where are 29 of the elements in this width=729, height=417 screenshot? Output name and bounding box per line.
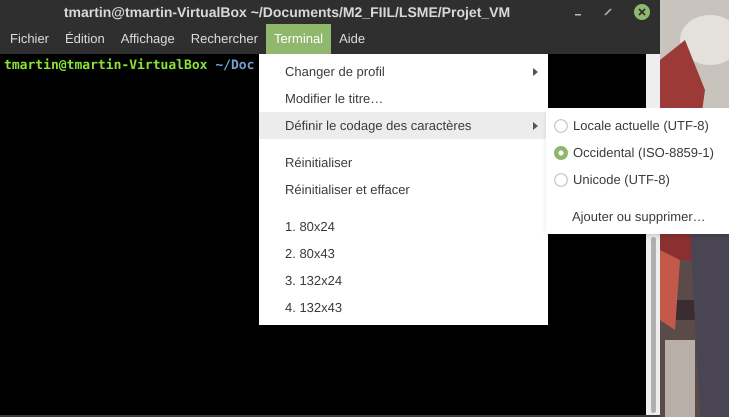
menu-item[interactable]: Ajouter ou supprimer…: [546, 203, 729, 230]
radio-icon[interactable]: [554, 172, 568, 186]
menu-item[interactable]: Réinitialiser et effacer: [259, 176, 548, 203]
terminal-prompt-user: tmartin@tmartin-VirtualBox: [4, 58, 208, 73]
submenu-arrow-icon: [533, 68, 538, 76]
menu-item[interactable]: Changer de profil: [259, 58, 548, 85]
encoding-radio-item[interactable]: Occidental (ISO-8859-1): [546, 139, 729, 166]
menu-item[interactable]: 2. 80x43: [259, 240, 548, 267]
menu-item[interactable]: 1. 80x24: [259, 213, 548, 240]
menu-bar-item[interactable]: Édition: [57, 24, 113, 54]
menu-item[interactable]: Définir le codage des caractères: [259, 112, 548, 139]
scrollbar-thumb[interactable]: [650, 237, 656, 413]
menu-bar-item[interactable]: Fichier: [2, 24, 58, 54]
terminal-prompt-path: ~/Doc: [215, 58, 254, 73]
menu-item[interactable]: Réinitialiser: [259, 149, 548, 176]
window-title: tmartin@tmartin-VirtualBox ~/Documents/M2_FIIL/LSME/Projet_VM: [62, 2, 512, 22]
encoding-radio-item[interactable]: Unicode (UTF-8): [546, 166, 729, 193]
menu-item[interactable]: 4. 132x43: [259, 294, 548, 321]
menu-bar-item[interactable]: Aide: [331, 24, 374, 54]
radio-icon[interactable]: [554, 146, 568, 160]
close-icon[interactable]: [634, 4, 650, 20]
menu-item[interactable]: Modifier le titre…: [259, 85, 548, 112]
submenu-arrow-icon: [533, 122, 538, 130]
menu-item[interactable]: 3. 132x24: [259, 267, 548, 294]
maximize-icon[interactable]: [604, 8, 612, 16]
menu-bar-item[interactable]: Rechercher: [182, 24, 266, 54]
radio-icon[interactable]: [554, 118, 568, 132]
menu-bar-item[interactable]: Affichage: [112, 24, 183, 54]
encoding-radio-item[interactable]: Locale actuelle (UTF-8): [546, 112, 729, 139]
